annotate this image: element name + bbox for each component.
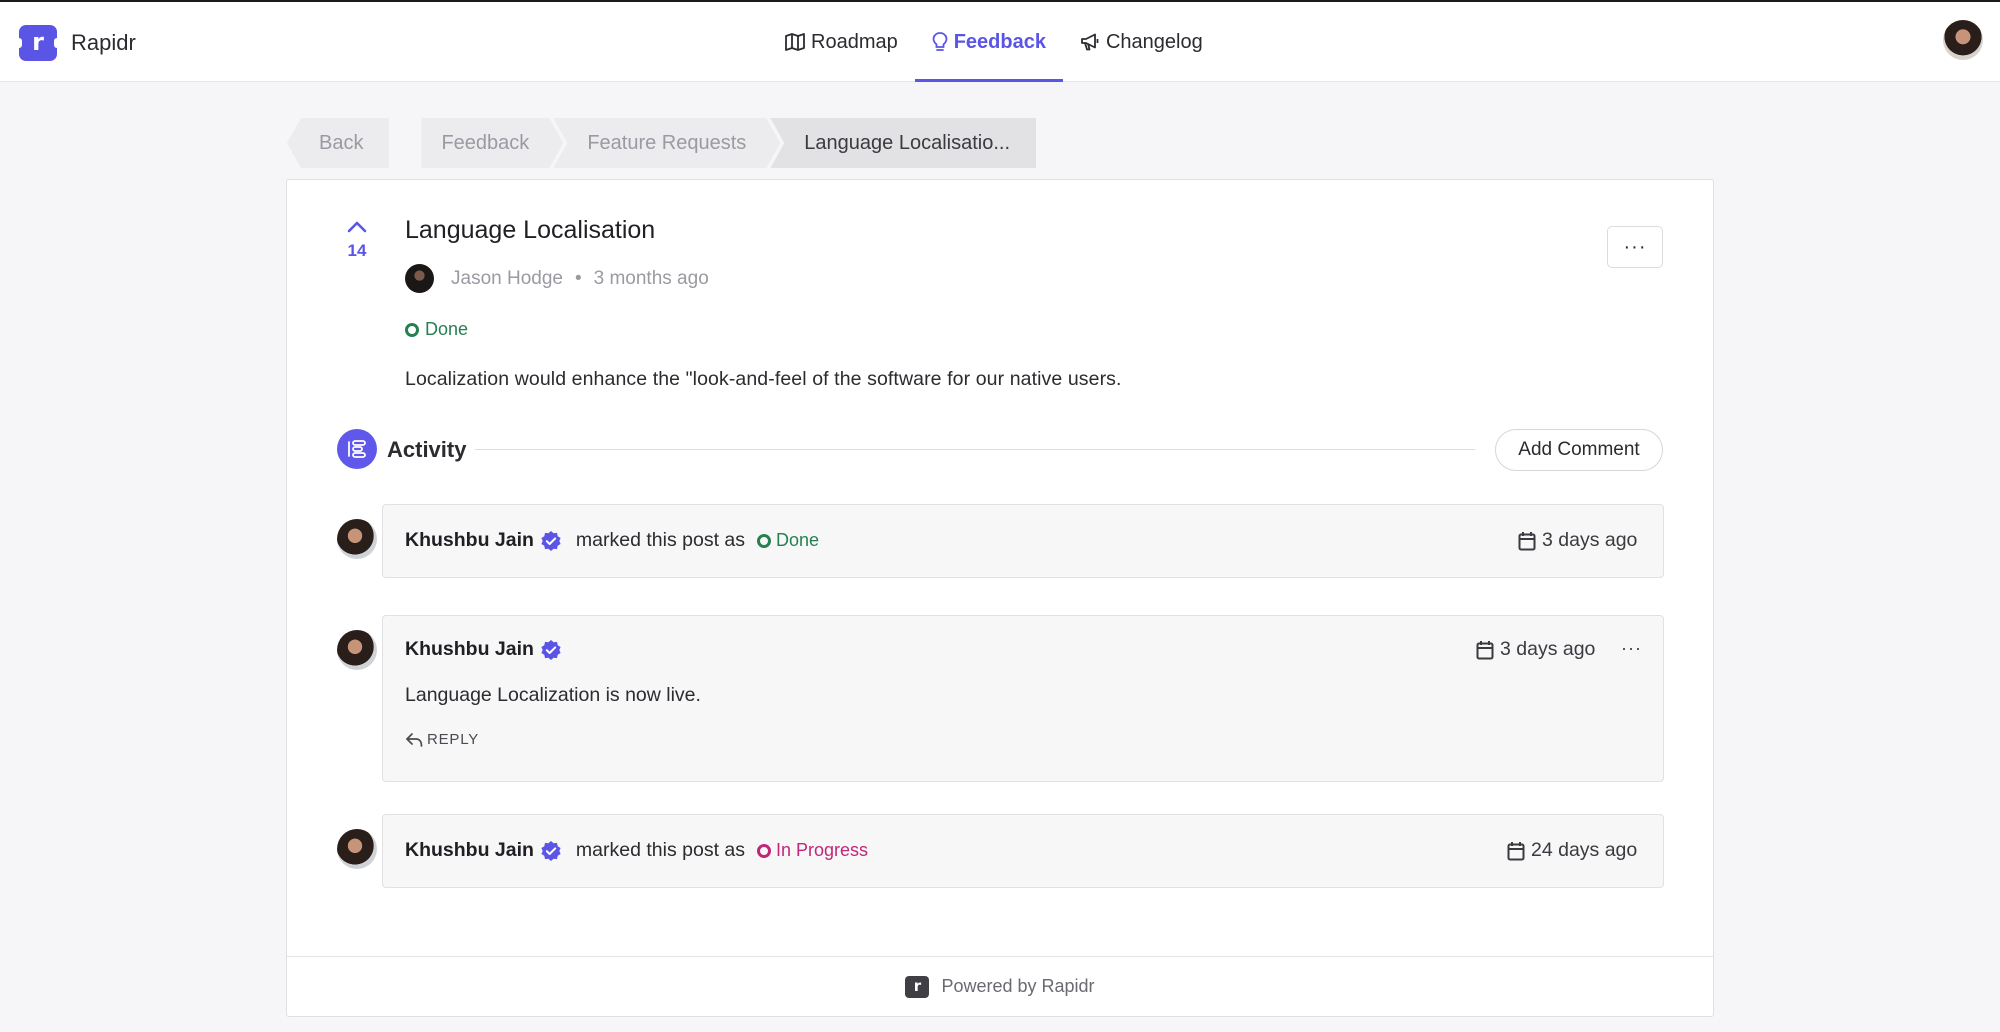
nav-feedback-label: Feedback xyxy=(953,30,1046,53)
breadcrumb: Back Feedback Feature Requests Language … xyxy=(287,118,1037,168)
author-avatar xyxy=(405,264,434,293)
status-badge: Done xyxy=(405,319,468,340)
status-ring-icon xyxy=(405,322,419,337)
activity-avatar xyxy=(337,519,377,559)
post-time: 3 months ago xyxy=(593,267,709,289)
post-title: Language Localisation xyxy=(405,216,656,244)
rapidr-logo-icon: r xyxy=(16,25,60,61)
breadcrumb-back[interactable]: Back xyxy=(287,118,390,168)
activity-icon xyxy=(337,429,377,469)
user-avatar[interactable] xyxy=(1943,20,1983,60)
add-comment-button[interactable]: Add Comment xyxy=(1495,429,1663,471)
chevron-up-icon xyxy=(347,221,367,233)
activity-action: marked this post as xyxy=(575,839,745,861)
brand-name: Rapidr xyxy=(71,30,136,55)
comment-more-icon[interactable]: ··· xyxy=(1621,638,1642,659)
verified-badge-icon xyxy=(540,840,562,862)
activity-divider xyxy=(475,449,1475,450)
nav-roadmap-label: Roadmap xyxy=(811,30,898,53)
author-name: Jason Hodge xyxy=(451,267,563,289)
activity-entry: Khushbu Jain marked this post as Done 3 … xyxy=(382,504,1664,578)
status-ring-icon xyxy=(757,533,771,548)
activity-avatar xyxy=(337,829,377,869)
activity-time: 24 days ago xyxy=(1507,839,1637,862)
lightbulb-icon xyxy=(932,32,948,51)
calendar-icon xyxy=(1476,640,1494,659)
calendar-icon xyxy=(1518,531,1536,550)
comment-user: Khushbu Jain xyxy=(405,638,534,660)
status-label: Done xyxy=(776,530,820,550)
status-ring-icon xyxy=(757,843,771,858)
top-navbar: r Rapidr Roadmap Feedback Changelog xyxy=(0,0,2000,82)
nav-roadmap[interactable]: Roadmap xyxy=(768,2,915,82)
post-card: 14 Language Localisation Jason Hodge • 3… xyxy=(286,179,1714,1017)
activity-entry-text: Khushbu Jain marked this post as Done xyxy=(405,529,819,552)
verified-badge-icon xyxy=(540,530,562,552)
activity-time-label: 24 days ago xyxy=(1531,839,1638,861)
calendar-icon xyxy=(1507,841,1525,860)
breadcrumb-feature-requests[interactable]: Feature Requests xyxy=(553,118,780,168)
post-description: Localization would enhance the "look-and… xyxy=(405,368,1122,390)
reply-icon xyxy=(406,732,423,747)
breadcrumb-current: Language Localisatio... xyxy=(770,118,1037,168)
status-badge-done: Done xyxy=(757,530,819,551)
activity-heading: Activity xyxy=(387,437,467,462)
reply-button[interactable]: REPLY xyxy=(405,731,479,748)
meta-separator: • xyxy=(574,267,582,289)
breadcrumb-feedback[interactable]: Feedback xyxy=(421,118,563,168)
comment-entry: Khushbu Jain 3 days ago ··· Language Loc… xyxy=(382,615,1664,782)
main-nav: Roadmap Feedback Changelog xyxy=(768,2,1220,82)
activity-entry: Khushbu Jain marked this post as In Prog… xyxy=(382,814,1664,888)
powered-by-footer[interactable]: r Powered by Rapidr xyxy=(287,956,1713,1016)
megaphone-icon xyxy=(1081,33,1099,51)
comment-time: 3 days ago xyxy=(1476,638,1595,661)
comment-time-label: 3 days ago xyxy=(1500,638,1596,660)
post-meta: Jason Hodge • 3 months ago xyxy=(405,264,709,293)
activity-user: Khushbu Jain xyxy=(405,529,534,551)
status-label: In Progress xyxy=(776,840,869,860)
activity-entry-text: Khushbu Jain marked this post as In Prog… xyxy=(405,839,868,862)
more-horizontal-icon: ··· xyxy=(1623,235,1647,258)
rapidr-logo-icon: r xyxy=(905,975,930,998)
post-more-button[interactable]: ··· xyxy=(1607,226,1663,268)
nav-changelog-label: Changelog xyxy=(1105,30,1203,53)
nav-changelog[interactable]: Changelog xyxy=(1063,2,1220,82)
activity-time-label: 3 days ago xyxy=(1542,529,1638,551)
brand-link[interactable]: r Rapidr xyxy=(16,25,136,61)
activity-time: 3 days ago xyxy=(1518,529,1637,552)
comment-text: Language Localization is now live. xyxy=(405,684,701,706)
activity-action: marked this post as xyxy=(575,529,745,551)
reply-label: REPLY xyxy=(427,731,480,748)
nav-feedback[interactable]: Feedback xyxy=(914,2,1064,82)
powered-by-text: Powered by Rapidr xyxy=(941,976,1095,996)
status-badge-in-progress: In Progress xyxy=(757,840,868,861)
comment-avatar xyxy=(337,630,377,670)
map-icon xyxy=(785,33,805,51)
comment-header: Khushbu Jain xyxy=(405,638,576,661)
upvote-button[interactable]: 14 xyxy=(342,220,372,261)
verified-badge-icon xyxy=(540,639,562,661)
activity-user: Khushbu Jain xyxy=(405,839,534,861)
vote-count: 14 xyxy=(347,241,367,260)
status-label: Done xyxy=(425,319,469,339)
